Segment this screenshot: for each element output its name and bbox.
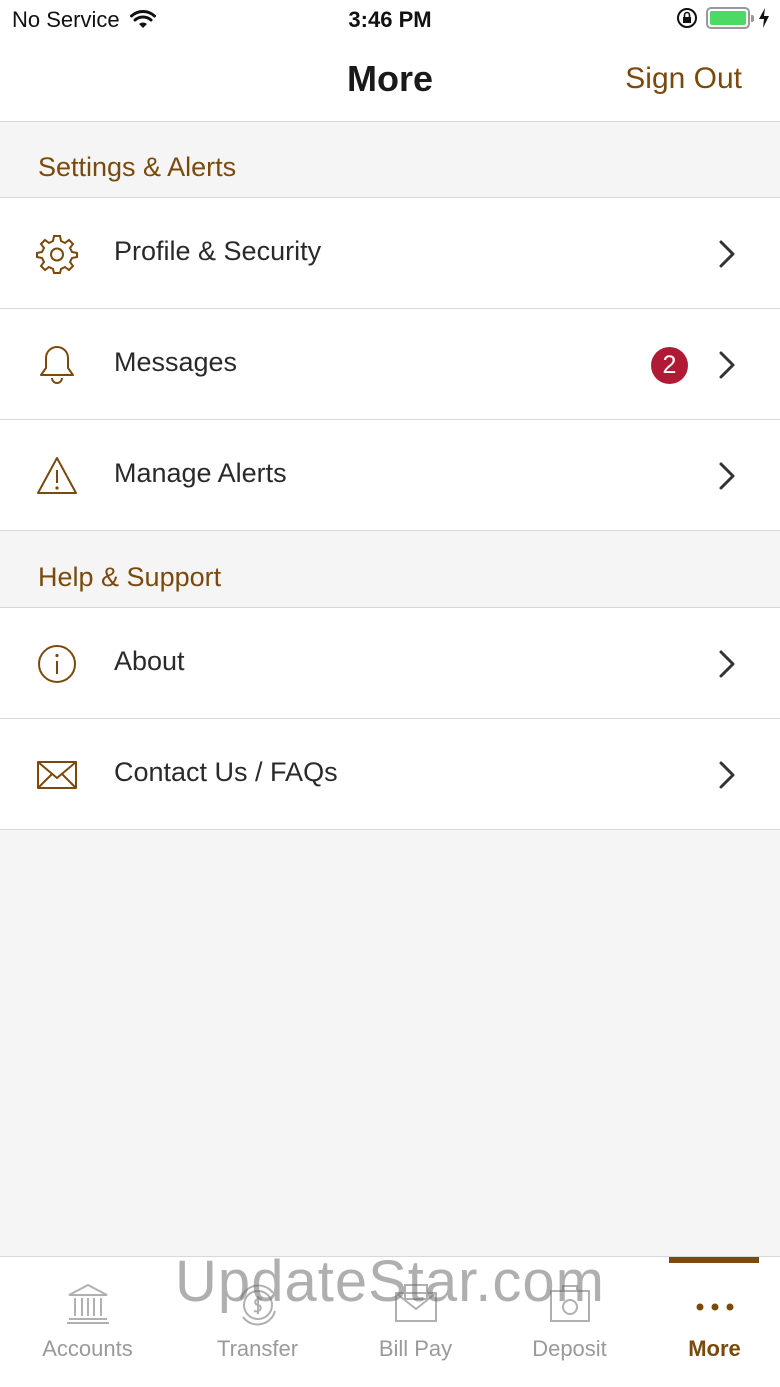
row-profile-security[interactable]: Profile & Security: [0, 198, 780, 309]
bell-icon: [40, 346, 74, 384]
bank-icon: [66, 1283, 109, 1324]
orientation-lock-icon: [677, 8, 697, 28]
envelope-icon: [37, 761, 77, 789]
battery-level: [710, 11, 746, 25]
row-messages[interactable]: Messages 2: [0, 309, 780, 420]
tab-deposit[interactable]: Deposit: [492, 1257, 647, 1387]
chevron-right-icon: [719, 761, 735, 789]
sign-out-button[interactable]: Sign Out: [625, 62, 742, 96]
tab-more[interactable]: More: [637, 1257, 780, 1387]
tab-transfer[interactable]: Transfer: [180, 1257, 335, 1387]
transfer-icon: [239, 1284, 276, 1326]
tab-label: Bill Pay: [378, 1336, 453, 1361]
row-label: Contact Us / FAQs: [114, 757, 338, 787]
section-title-settings: Settings & Alerts: [38, 152, 237, 182]
chevron-right-icon: [719, 240, 735, 268]
row-label: Messages: [114, 347, 238, 377]
gear-icon: [36, 235, 78, 274]
info-icon: [38, 645, 76, 683]
section-header-help: Help & Support: [0, 531, 780, 608]
chevron-right-icon: [719, 650, 735, 678]
tab-label: Deposit: [532, 1336, 607, 1361]
row-about[interactable]: About: [0, 608, 780, 719]
nav-bar: More Sign Out: [0, 40, 780, 122]
row-label: Profile & Security: [114, 236, 322, 266]
charging-icon: [759, 8, 769, 28]
row-manage-alerts[interactable]: Manage Alerts: [0, 420, 780, 531]
row-label: About: [114, 646, 185, 676]
camera-check-icon: [549, 1285, 590, 1322]
unread-count-badge: 2: [651, 347, 688, 384]
battery-nub: [751, 15, 754, 22]
row-label: Manage Alerts: [114, 458, 287, 488]
tab-accounts[interactable]: Accounts: [10, 1257, 165, 1387]
chevron-right-icon: [719, 462, 735, 490]
tab-label: Accounts: [42, 1336, 133, 1361]
status-bar: No Service 3:46 PM: [0, 0, 780, 40]
row-contact-us[interactable]: Contact Us / FAQs: [0, 719, 780, 830]
chevron-right-icon: [719, 351, 735, 379]
tab-bar: Accounts Transfer Bill Pay Deposit More: [0, 1256, 780, 1387]
status-right: [676, 7, 770, 29]
tab-label: Transfer: [216, 1336, 299, 1361]
section-title-help: Help & Support: [38, 562, 222, 592]
section-header-settings: Settings & Alerts: [0, 122, 780, 198]
more-dots-icon: [696, 1303, 733, 1311]
bill-envelope-icon: [394, 1284, 437, 1322]
tab-label: More: [688, 1336, 741, 1361]
warning-icon: [37, 457, 77, 494]
battery-icon: [706, 7, 754, 29]
status-time: 3:46 PM: [348, 7, 432, 32]
tab-bill-pay[interactable]: Bill Pay: [338, 1257, 493, 1387]
